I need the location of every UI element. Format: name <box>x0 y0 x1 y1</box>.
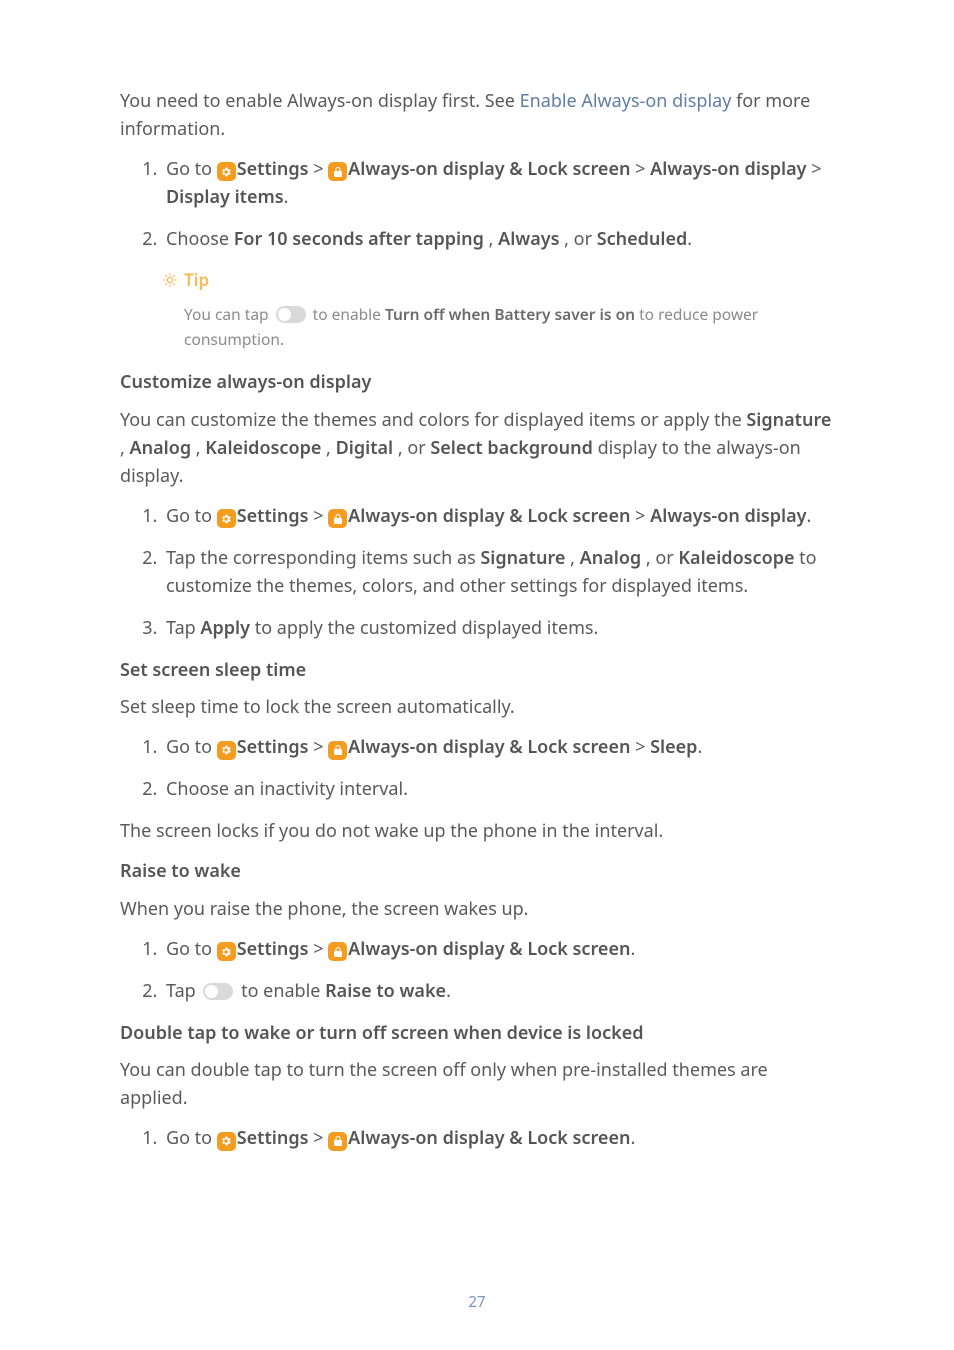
doubletap-list: Go to Settings > Always-on display & Loc… <box>120 1125 834 1153</box>
settings-icon <box>217 942 236 961</box>
settings-label: Settings <box>237 157 309 181</box>
link-enable-always-on[interactable]: Enable Always-on display <box>520 89 732 113</box>
list-item: Choose an inactivity interval. <box>162 776 834 804</box>
display-items-label: Display items <box>166 185 284 209</box>
heading-doubletap: Double tap to wake or turn off screen wh… <box>120 1020 834 1048</box>
heading-sleep: Set screen sleep time <box>120 657 834 685</box>
sleep-list: Go to Settings > Always-on display & Loc… <box>120 734 834 804</box>
raise-intro: When you raise the phone, the screen wak… <box>120 896 834 924</box>
toggle-icon <box>276 306 306 323</box>
list-item: Go to Settings > Always-on display & Loc… <box>162 936 834 964</box>
lock-icon <box>328 509 347 528</box>
tip-block: Tip You can tap to enable Turn off when … <box>162 267 834 351</box>
lock-icon <box>328 942 347 961</box>
list-item: Go to Settings > Always-on display & Loc… <box>162 503 834 531</box>
lock-icon <box>328 1132 347 1151</box>
settings-icon <box>217 741 236 760</box>
customize-intro: You can customize the themes and colors … <box>120 407 834 491</box>
doubletap-intro: You can double tap to turn the screen of… <box>120 1057 834 1113</box>
list-item: Go to Settings > Always-on display & Loc… <box>162 156 834 212</box>
always-lock-label: Always-on display & Lock screen <box>348 157 630 181</box>
lock-icon <box>328 162 347 181</box>
list-item: Tap the corresponding items such as Sign… <box>162 545 834 601</box>
sleep-outro: The screen locks if you do not wake up t… <box>120 818 834 846</box>
customize-list: Go to Settings > Always-on display & Loc… <box>120 503 834 643</box>
sleep-intro: Set sleep time to lock the screen automa… <box>120 694 834 722</box>
section-1-list: Go to Settings > Always-on display & Loc… <box>120 156 834 254</box>
settings-icon <box>217 162 236 181</box>
settings-icon <box>217 1132 236 1151</box>
raise-list: Go to Settings > Always-on display & Loc… <box>120 936 834 1006</box>
list-item: Tap to enable Raise to wake. <box>162 978 834 1006</box>
heading-raise: Raise to wake <box>120 858 834 886</box>
list-item: Go to Settings > Always-on display & Loc… <box>162 1125 834 1153</box>
intro-prefix: You need to enable Always-on display fir… <box>120 89 520 113</box>
intro-paragraph: You need to enable Always-on display fir… <box>120 88 834 144</box>
page-number: 27 <box>0 1291 954 1314</box>
settings-icon <box>217 509 236 528</box>
tip-body: You can tap to enable Turn off when Batt… <box>184 302 834 352</box>
list-item: Go to Settings > Always-on display & Loc… <box>162 734 834 762</box>
list-item: Choose For 10 seconds after tapping , Al… <box>162 226 834 254</box>
always-label: Always-on display <box>650 157 806 181</box>
lightbulb-icon <box>162 272 178 288</box>
list-item: Tap Apply to apply the customized displa… <box>162 615 834 643</box>
tip-heading: Tip <box>162 267 834 293</box>
toggle-icon <box>203 983 233 1000</box>
heading-customize: Customize always-on display <box>120 369 834 397</box>
lock-icon <box>328 741 347 760</box>
